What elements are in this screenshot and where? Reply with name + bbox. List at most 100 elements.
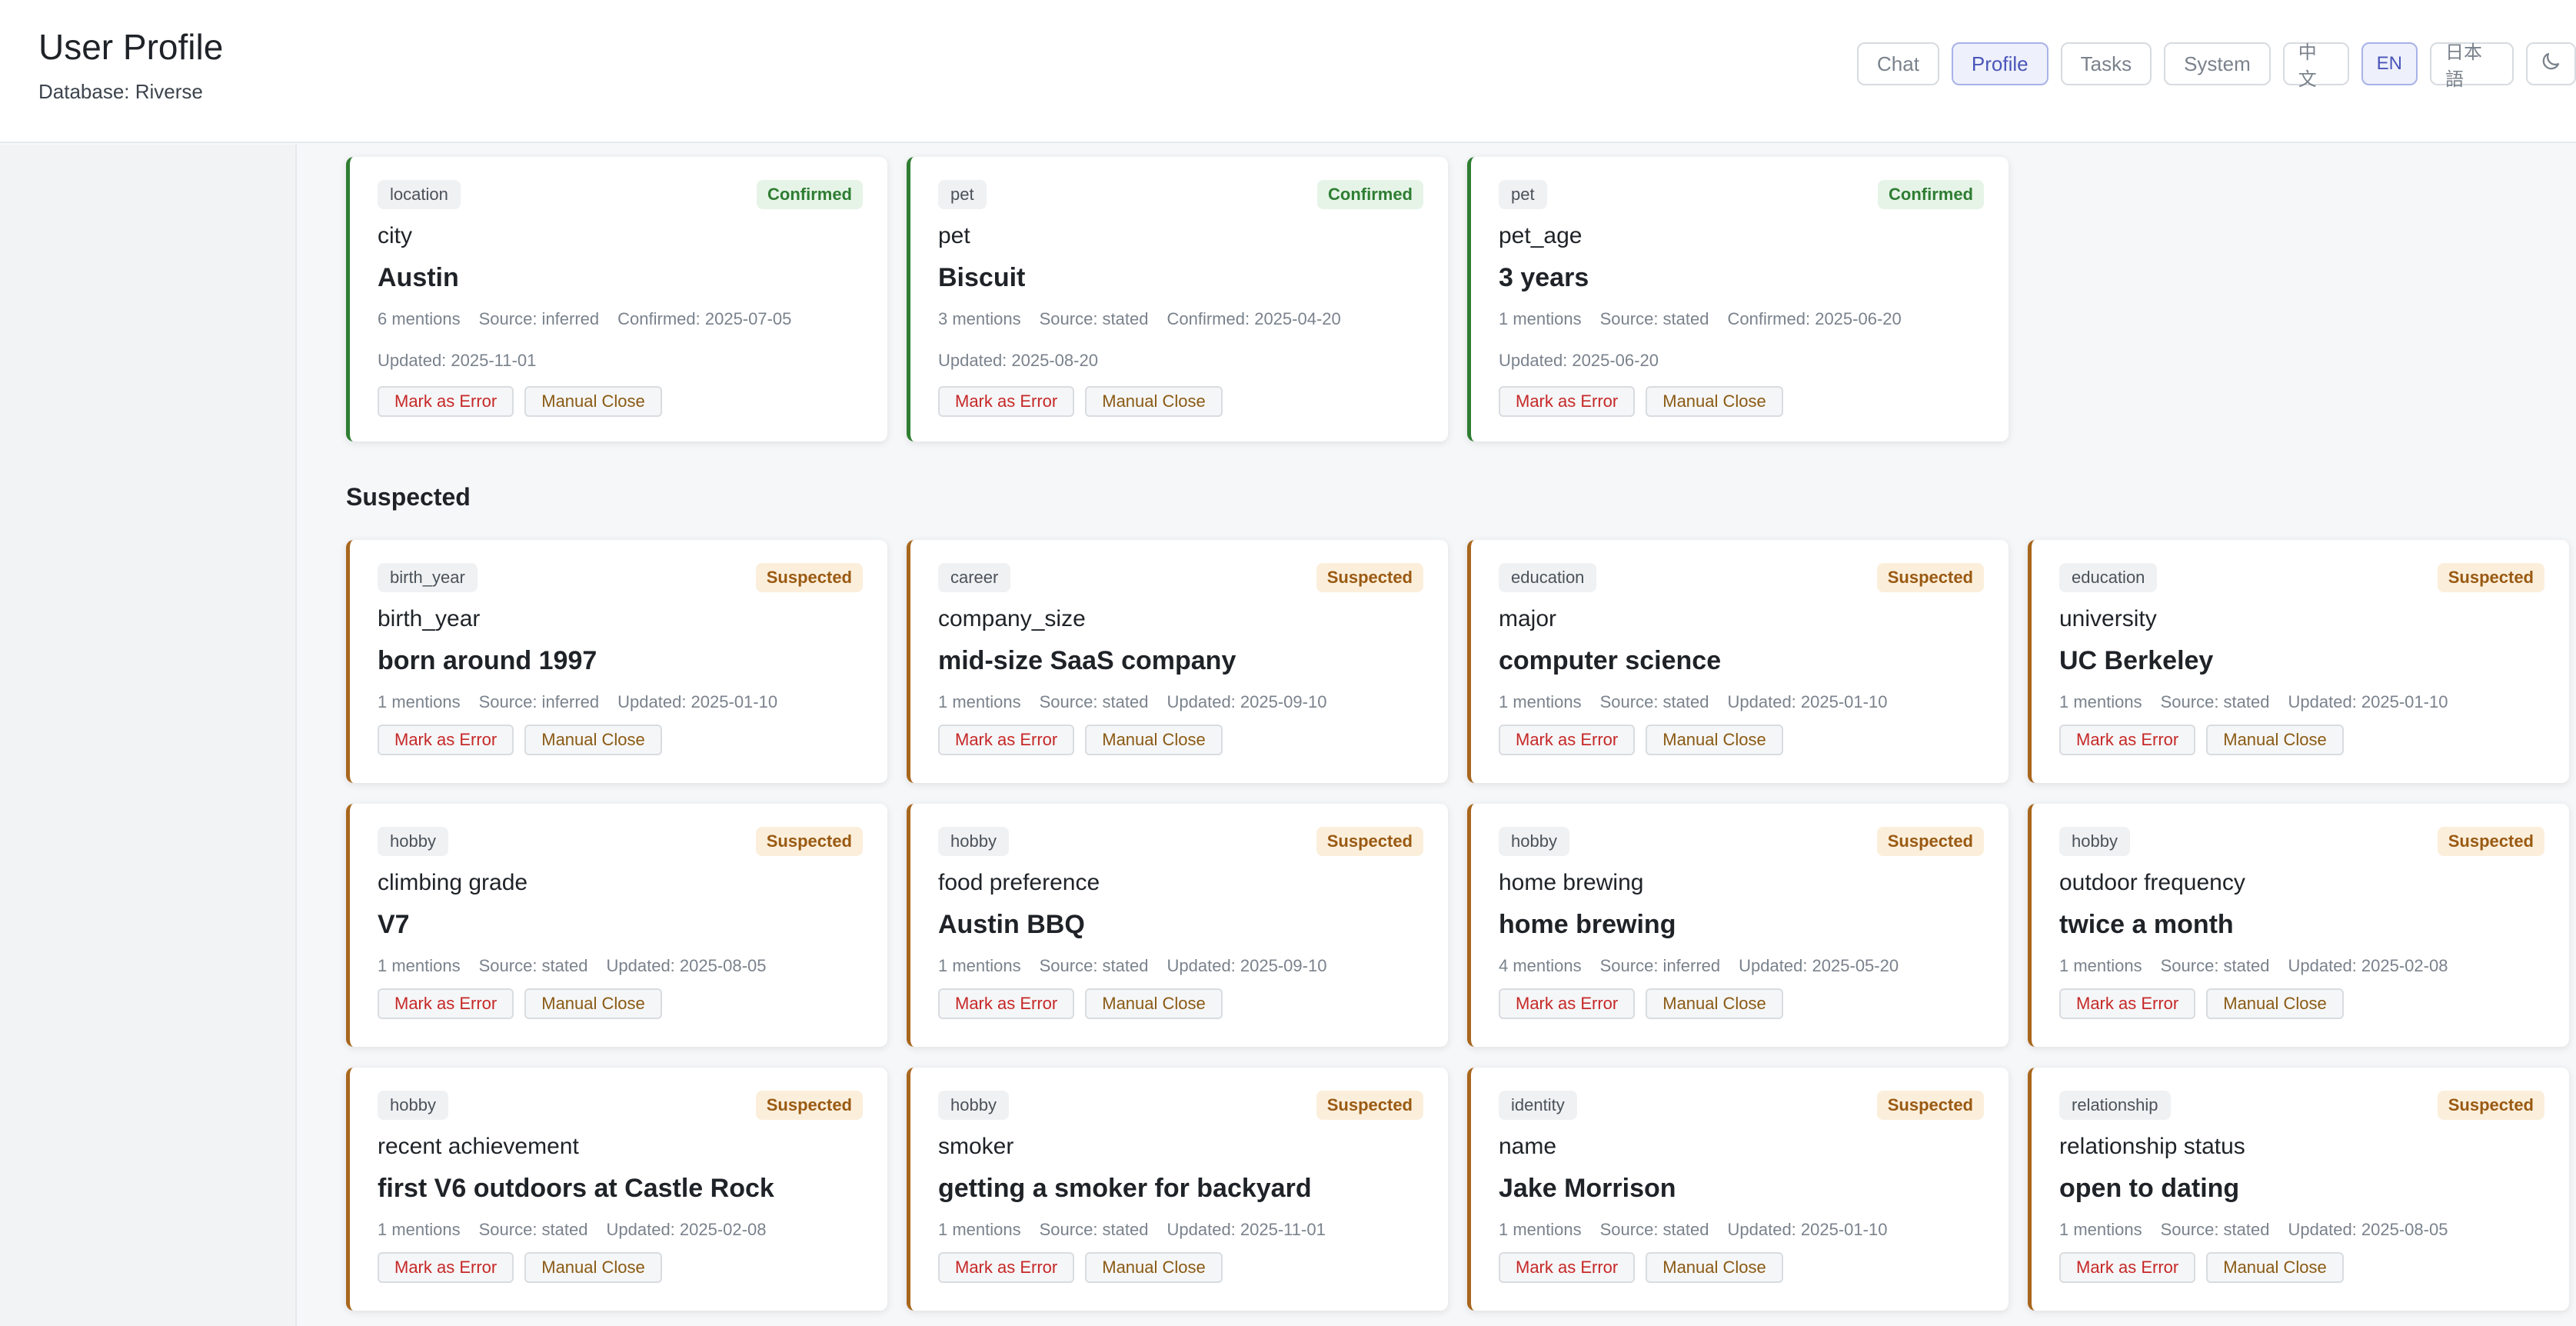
tab-chat[interactable]: Chat xyxy=(1857,42,1939,85)
manual-close-button[interactable]: Manual Close xyxy=(1085,988,1223,1019)
mark-error-button[interactable]: Mark as Error xyxy=(378,725,514,755)
mark-error-button[interactable]: Mark as Error xyxy=(1499,386,1636,417)
source-label: Source: stated xyxy=(1599,1220,1709,1239)
sidebar xyxy=(0,145,297,1326)
category-tag: hobby xyxy=(378,1091,448,1120)
memory-key: city xyxy=(378,223,412,248)
tab-system[interactable]: System xyxy=(2164,42,2271,85)
memory-meta: 1 mentions Source: stated Updated: 2025-08… xyxy=(378,956,784,976)
mark-error-button[interactable]: Mark as Error xyxy=(2059,988,2196,1019)
source-label: Source: stated xyxy=(1039,956,1149,975)
card-actions: Mark as Error Manual Close xyxy=(2059,988,2344,1019)
mentions-count: 1 mentions xyxy=(2059,1220,2142,1239)
manual-close-button[interactable]: Manual Close xyxy=(524,725,662,755)
updated-date: Updated: 2025-08-05 xyxy=(2288,1220,2448,1239)
status-badge: Suspected xyxy=(1876,827,1984,856)
mark-error-button[interactable]: Mark as Error xyxy=(938,988,1075,1019)
manual-close-button[interactable]: Manual Close xyxy=(1646,386,1783,417)
mentions-count: 6 mentions xyxy=(378,309,461,328)
status-badge: Confirmed xyxy=(1878,180,1984,209)
memory-card: hobby Suspected smoker getting a smoker for… xyxy=(907,1068,1448,1311)
manual-close-button[interactable]: Manual Close xyxy=(2206,725,2344,755)
status-badge: Suspected xyxy=(755,563,863,592)
mark-error-button[interactable]: Mark as Error xyxy=(938,725,1075,755)
updated-date: Updated: 2025-01-10 xyxy=(2288,692,2448,711)
updated-date: Updated: 2025-08-20 xyxy=(938,351,1098,370)
memory-key: pet xyxy=(938,223,970,248)
memory-card: relationship Suspected relationship status… xyxy=(2028,1068,2569,1311)
memory-key: food preference xyxy=(938,870,1100,895)
status-badge: Suspected xyxy=(2437,563,2544,592)
lang-ja-button[interactable]: 日本語 xyxy=(2430,42,2514,90)
mark-error-button[interactable]: Mark as Error xyxy=(378,386,514,417)
memory-value: Austin BBQ xyxy=(938,910,1085,939)
category-tag: hobby xyxy=(938,1091,1009,1120)
memory-value: UC Berkeley xyxy=(2059,646,2214,675)
manual-close-button[interactable]: Manual Close xyxy=(2206,988,2344,1019)
category-tag: identity xyxy=(1499,1091,1577,1120)
memory-card: education Suspected major computer science 1… xyxy=(1467,540,2009,783)
mark-error-button[interactable]: Mark as Error xyxy=(938,386,1075,417)
category-tag: relationship xyxy=(2059,1091,2171,1120)
mark-error-button[interactable]: Mark as Error xyxy=(938,1252,1075,1283)
manual-close-button[interactable]: Manual Close xyxy=(524,1252,662,1283)
page-header: User Profile Database: Riverse Chat Prof… xyxy=(0,0,2576,143)
updated-date: Updated: 2025-11-01 xyxy=(378,351,537,370)
card-actions: Mark as Error Manual Close xyxy=(938,988,1223,1019)
mark-error-button[interactable]: Mark as Error xyxy=(378,988,514,1019)
memory-card: hobby Suspected recent achievement first V6… xyxy=(346,1068,887,1311)
suspected-section-title: Suspected xyxy=(346,483,471,511)
mark-error-button[interactable]: Mark as Error xyxy=(2059,725,2196,755)
manual-close-button[interactable]: Manual Close xyxy=(1646,1252,1783,1283)
mark-error-button[interactable]: Mark as Error xyxy=(1499,725,1636,755)
memory-card: hobby Suspected outdoor frequency twice a m… xyxy=(2028,804,2569,1047)
lang-en-button[interactable]: EN xyxy=(2361,42,2418,85)
database-label: Database: Riverse xyxy=(38,80,203,103)
manual-close-button[interactable]: Manual Close xyxy=(524,988,662,1019)
status-badge: Suspected xyxy=(1316,1091,1423,1120)
manual-close-button[interactable]: Manual Close xyxy=(2206,1252,2344,1283)
memory-value: born around 1997 xyxy=(378,646,597,675)
source-label: Source: stated xyxy=(478,1220,588,1239)
card-actions: Mark as Error Manual Close xyxy=(1499,386,1783,417)
manual-close-button[interactable]: Manual Close xyxy=(524,386,662,417)
manual-close-button[interactable]: Manual Close xyxy=(1646,725,1783,755)
memory-key: home brewing xyxy=(1499,870,1644,895)
memory-card: hobby Suspected home brewing home brewing 4 … xyxy=(1467,804,2009,1047)
mark-error-button[interactable]: Mark as Error xyxy=(1499,1252,1636,1283)
manual-close-button[interactable]: Manual Close xyxy=(1646,988,1783,1019)
tab-profile[interactable]: Profile xyxy=(1951,42,2048,85)
confirmed-date: Confirmed: 2025-06-20 xyxy=(1727,309,1902,328)
mentions-count: 1 mentions xyxy=(378,1220,461,1239)
source-label: Source: stated xyxy=(1039,1220,1149,1239)
memory-key: university xyxy=(2059,606,2157,631)
updated-date: Updated: 2025-01-10 xyxy=(617,692,778,711)
memory-value: first V6 outdoors at Castle Rock xyxy=(378,1174,774,1203)
card-actions: Mark as Error Manual Close xyxy=(1499,988,1783,1019)
mark-error-button[interactable]: Mark as Error xyxy=(2059,1252,2196,1283)
mark-error-button[interactable]: Mark as Error xyxy=(1499,988,1636,1019)
memory-value: Austin xyxy=(378,263,459,292)
memory-meta: 1 mentions Source: stated Updated: 2025-09… xyxy=(938,956,1345,976)
updated-date: Updated: 2025-02-08 xyxy=(606,1220,767,1239)
card-actions: Mark as Error Manual Close xyxy=(378,988,662,1019)
manual-close-button[interactable]: Manual Close xyxy=(1085,386,1223,417)
lang-zh-button[interactable]: 中文 xyxy=(2282,42,2349,90)
tab-tasks[interactable]: Tasks xyxy=(2060,42,2152,85)
memory-value: home brewing xyxy=(1499,910,1676,939)
memory-card: pet Confirmed pet_age 3 years 1 mentions Sour… xyxy=(1467,157,2009,441)
card-actions: Mark as Error Manual Close xyxy=(378,386,662,417)
memory-key: company_size xyxy=(938,606,1086,631)
mark-error-button[interactable]: Mark as Error xyxy=(378,1252,514,1283)
memory-key: relationship status xyxy=(2059,1134,2245,1159)
manual-close-button[interactable]: Manual Close xyxy=(1085,725,1223,755)
memory-key: climbing grade xyxy=(378,870,528,895)
card-actions: Mark as Error Manual Close xyxy=(378,725,662,755)
theme-toggle-button[interactable] xyxy=(2525,42,2576,85)
profile-main: location Confirmed city Austin 6 mentions Sou… xyxy=(298,145,2576,1326)
memory-value: twice a month xyxy=(2059,910,2234,939)
manual-close-button[interactable]: Manual Close xyxy=(1085,1252,1223,1283)
memory-meta: 1 mentions Source: stated Updated: 2025-09… xyxy=(938,692,1345,712)
mentions-count: 1 mentions xyxy=(938,956,1021,975)
card-actions: Mark as Error Manual Close xyxy=(378,1252,662,1283)
